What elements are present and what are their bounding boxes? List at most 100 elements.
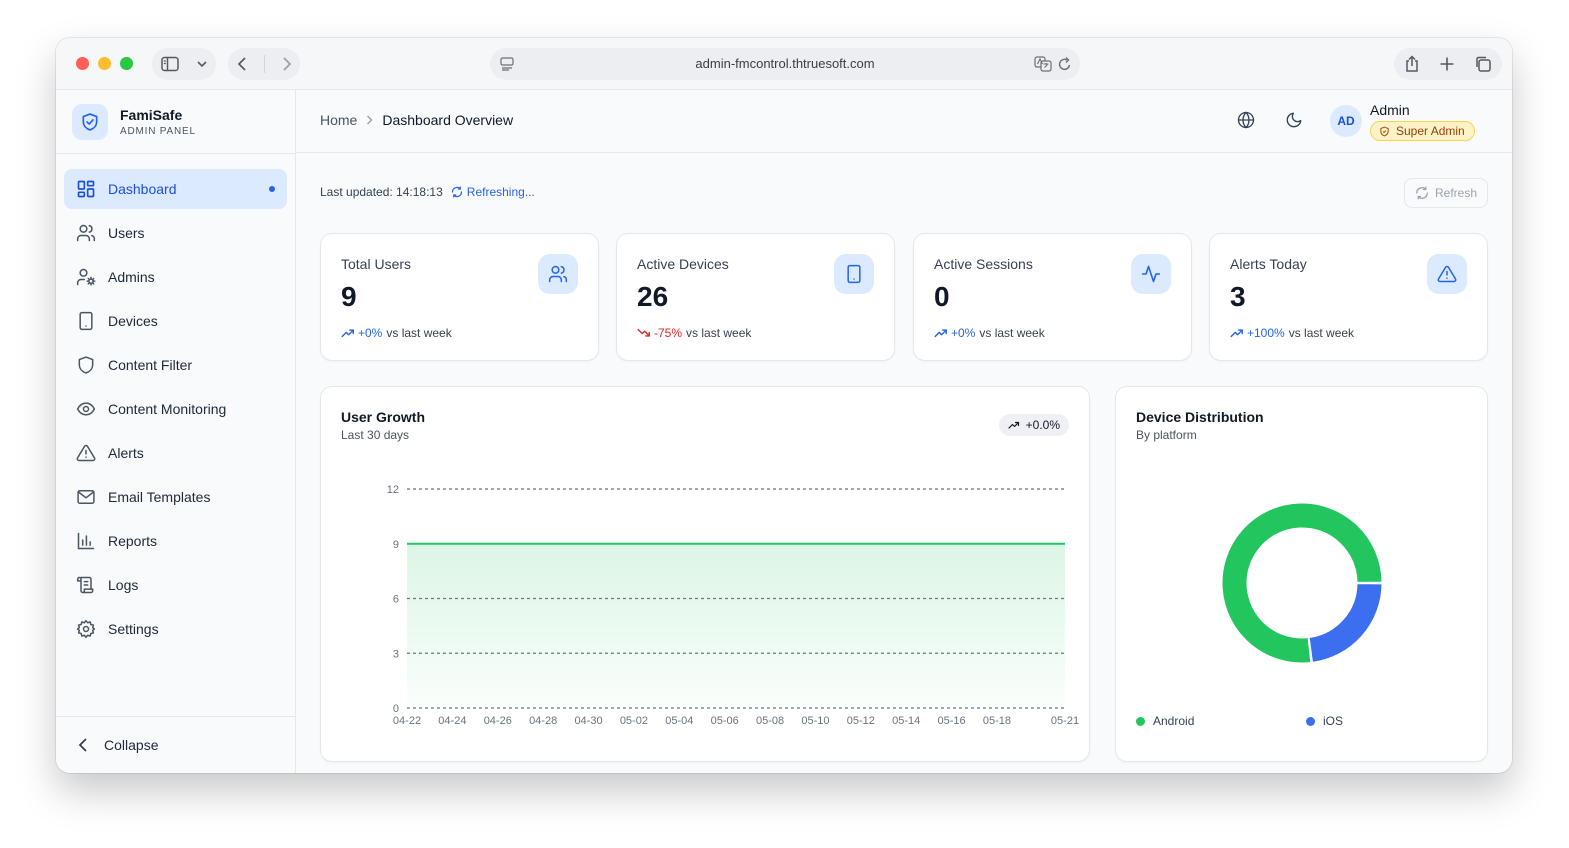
stat-change: +0% <box>358 326 383 340</box>
moon-icon[interactable] <box>1285 111 1303 129</box>
sidebar-item-alerts[interactable]: Alerts <box>64 433 287 473</box>
sidebar-item-dashboard[interactable]: Dashboard <box>64 169 287 209</box>
stat-change: +0% <box>951 326 976 340</box>
sidebar: FamiSafe ADMIN PANEL Dashboard Users Adm… <box>56 90 296 773</box>
activity-icon <box>1131 254 1171 294</box>
stat-value: 26 <box>637 281 669 312</box>
stat-value: 0 <box>934 281 950 312</box>
globe-icon[interactable] <box>1237 111 1255 129</box>
last-updated-text: Last updated: 14:18:13 <box>320 185 443 199</box>
sidebar-divider <box>56 153 295 154</box>
back-icon[interactable] <box>237 56 247 72</box>
new-tab-icon[interactable] <box>1439 56 1455 72</box>
sidebar-item-users[interactable]: Users <box>64 213 287 253</box>
sidebar-item-content-monitoring[interactable]: Content Monitoring <box>64 389 287 429</box>
sidebar-item-logs[interactable]: Logs <box>64 565 287 605</box>
x-tick-label: 05-08 <box>756 715 784 727</box>
stat-title: Active Sessions <box>934 256 1033 272</box>
brand[interactable]: FamiSafe ADMIN PANEL <box>72 104 196 140</box>
refreshing-text: Refreshing... <box>466 185 535 199</box>
chevron-left-icon <box>78 738 88 752</box>
role-badge: Super Admin <box>1370 121 1475 141</box>
x-tick-label: 04-26 <box>484 715 512 727</box>
x-tick-label: 04-28 <box>529 715 557 727</box>
stat-card-active-sessions: Active Sessions 0 +0% vs last week <box>913 233 1192 361</box>
x-tick-label: 04-22 <box>393 715 421 727</box>
refresh-button[interactable]: Refresh <box>1404 178 1488 208</box>
sidebar-item-email-templates[interactable]: Email Templates <box>64 477 287 517</box>
legend-label: iOS <box>1323 714 1344 728</box>
brand-subtitle: ADMIN PANEL <box>120 126 196 137</box>
sidebar-item-settings[interactable]: Settings <box>64 609 287 649</box>
stat-card-alerts-today: Alerts Today 3 +100% vs last week <box>1209 233 1488 361</box>
x-tick-label: 05-18 <box>983 715 1011 727</box>
collapse-label: Collapse <box>104 737 159 753</box>
ios-swatch <box>1306 716 1315 726</box>
sidebar-item-admins[interactable]: Admins <box>64 257 287 297</box>
shield-logo-icon <box>72 104 108 140</box>
close-window-button[interactable] <box>76 57 89 70</box>
avatar[interactable]: AD <box>1330 105 1362 137</box>
tablet-icon <box>76 311 96 331</box>
stat-value: 3 <box>1230 281 1246 312</box>
trending-up-icon <box>934 327 948 339</box>
warning-icon <box>1427 254 1467 294</box>
shield-check-icon <box>1379 126 1390 137</box>
y-tick-label: 3 <box>393 648 399 660</box>
users-icon <box>76 223 96 243</box>
last-updated-status: Last updated: 14:18:13 Refreshing... <box>320 185 535 199</box>
breadcrumb-home[interactable]: Home <box>320 112 357 128</box>
sidebar-item-content-filter[interactable]: Content Filter <box>64 345 287 385</box>
stat-card-active-devices: Active Devices 26 -75% vs last week <box>616 233 895 361</box>
chevron-right-icon <box>366 115 373 125</box>
donut-slice-ios[interactable] <box>1308 583 1383 663</box>
refresh-spin-icon <box>451 186 463 198</box>
sidebar-item-reports[interactable]: Reports <box>64 521 287 561</box>
address-bar[interactable]: admin-fmcontrol.thtruesoft.com <box>490 48 1080 80</box>
forward-icon[interactable] <box>282 56 292 72</box>
refresh-icon <box>1415 186 1429 200</box>
stat-change: +100% <box>1247 326 1285 340</box>
collapse-button[interactable]: Collapse <box>56 716 295 773</box>
stat-trend: +0% vs last week <box>934 326 1045 340</box>
maximize-window-button[interactable] <box>120 57 133 70</box>
stat-trend: -75% vs last week <box>637 326 751 340</box>
tablet-icon <box>834 254 874 294</box>
bar-chart-icon <box>76 531 96 551</box>
x-tick-label: 05-21 <box>1051 715 1079 727</box>
sidebar-item-label: Users <box>108 225 145 241</box>
brand-name: FamiSafe <box>120 107 183 123</box>
stat-title: Active Devices <box>637 256 729 272</box>
stat-title: Alerts Today <box>1230 256 1307 272</box>
stat-change: -75% <box>654 326 683 340</box>
tab-overview-icon[interactable] <box>1474 55 1492 73</box>
sidebar-toggle-icon[interactable] <box>161 56 179 72</box>
trending-up-icon <box>1230 327 1244 339</box>
translate-icon[interactable] <box>1034 56 1052 77</box>
x-tick-label: 05-16 <box>937 715 965 727</box>
main-content: Last updated: 14:18:13 Refreshing... Ref… <box>296 154 1512 773</box>
growth-area <box>407 543 1065 708</box>
stat-trend: +100% vs last week <box>1230 326 1354 340</box>
reload-icon[interactable] <box>1058 56 1072 77</box>
share-icon[interactable] <box>1404 55 1420 73</box>
legend-item-ios: iOS <box>1306 714 1343 728</box>
stat-suffix: vs last week <box>686 326 752 340</box>
x-tick-label: 05-04 <box>665 715 693 727</box>
y-tick-label: 6 <box>393 594 399 606</box>
x-tick-label: 05-12 <box>847 715 875 727</box>
trending-down-icon <box>637 327 651 339</box>
admin-name: Admin <box>1370 102 1410 118</box>
sidebar-item-label: Dashboard <box>108 181 177 197</box>
warning-icon <box>76 443 96 463</box>
stat-card-total-users: Total Users 9 +0% vs last week <box>320 233 599 361</box>
minimize-window-button[interactable] <box>98 57 111 70</box>
sidebar-item-devices[interactable]: Devices <box>64 301 287 341</box>
stat-title: Total Users <box>341 256 412 272</box>
x-tick-label: 04-24 <box>438 715 466 727</box>
chevron-down-icon[interactable] <box>197 60 207 68</box>
x-tick-label: 05-14 <box>892 715 920 727</box>
sidebar-toggle-group <box>152 48 216 80</box>
active-indicator-dot <box>269 186 275 192</box>
admins-icon <box>76 267 96 287</box>
